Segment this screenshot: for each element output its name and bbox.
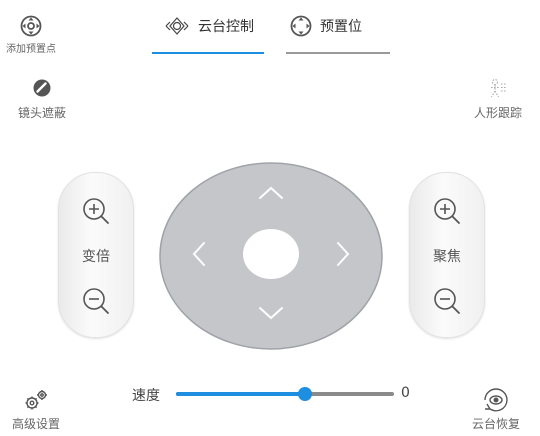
focus-control: 聚焦 <box>409 172 485 338</box>
preset-icon <box>290 15 312 37</box>
human-track-icon <box>491 78 507 98</box>
focus-in-icon[interactable] <box>431 195 463 227</box>
focus-label: 聚焦 <box>433 249 461 265</box>
zoom-out-icon[interactable] <box>80 285 112 317</box>
add-preset-button[interactable]: 添加预置点 <box>4 14 58 55</box>
tab-ptz-control-label: 云台控制 <box>198 19 254 35</box>
ptz-restore-icon <box>484 388 508 412</box>
zoom-in-icon[interactable] <box>80 195 112 227</box>
speed-slider[interactable] <box>176 386 394 402</box>
lens-mask-button[interactable]: 镜头遮蔽 <box>2 78 82 121</box>
joystick-knob <box>243 229 299 279</box>
speed-fill <box>176 392 305 396</box>
ptz-restore-label: 云台恢复 <box>471 417 520 431</box>
tab-presets[interactable]: 预置位 <box>286 14 390 54</box>
ptz-icon <box>165 17 189 35</box>
gears-icon <box>25 390 47 410</box>
lens-mask-icon <box>33 79 51 97</box>
advanced-settings-button[interactable]: 高级设置 <box>4 388 68 432</box>
add-preset-label: 添加预置点 <box>6 44 56 55</box>
human-track-button[interactable]: 人形跟踪 <box>458 78 538 121</box>
speed-thumb[interactable] <box>298 387 312 401</box>
zoom-control: 变倍 <box>58 172 134 338</box>
speed-value: 0 <box>401 385 410 401</box>
tab-presets-label: 预置位 <box>320 19 362 35</box>
tab-ptz-control[interactable]: 云台控制 <box>152 14 264 54</box>
speed-label: 速度 <box>132 388 160 404</box>
advanced-settings-label: 高级设置 <box>11 417 60 431</box>
add-preset-icon <box>20 15 42 37</box>
lens-mask-label: 镜头遮蔽 <box>17 106 66 120</box>
zoom-label: 变倍 <box>82 249 110 265</box>
tab-presets-underline <box>286 52 390 54</box>
human-track-label: 人形跟踪 <box>473 106 522 120</box>
focus-out-icon[interactable] <box>431 285 463 317</box>
tab-ptz-underline <box>152 52 264 54</box>
ptz-restore-button[interactable]: 云台恢复 <box>456 388 536 432</box>
ptz-joystick[interactable] <box>158 161 384 351</box>
